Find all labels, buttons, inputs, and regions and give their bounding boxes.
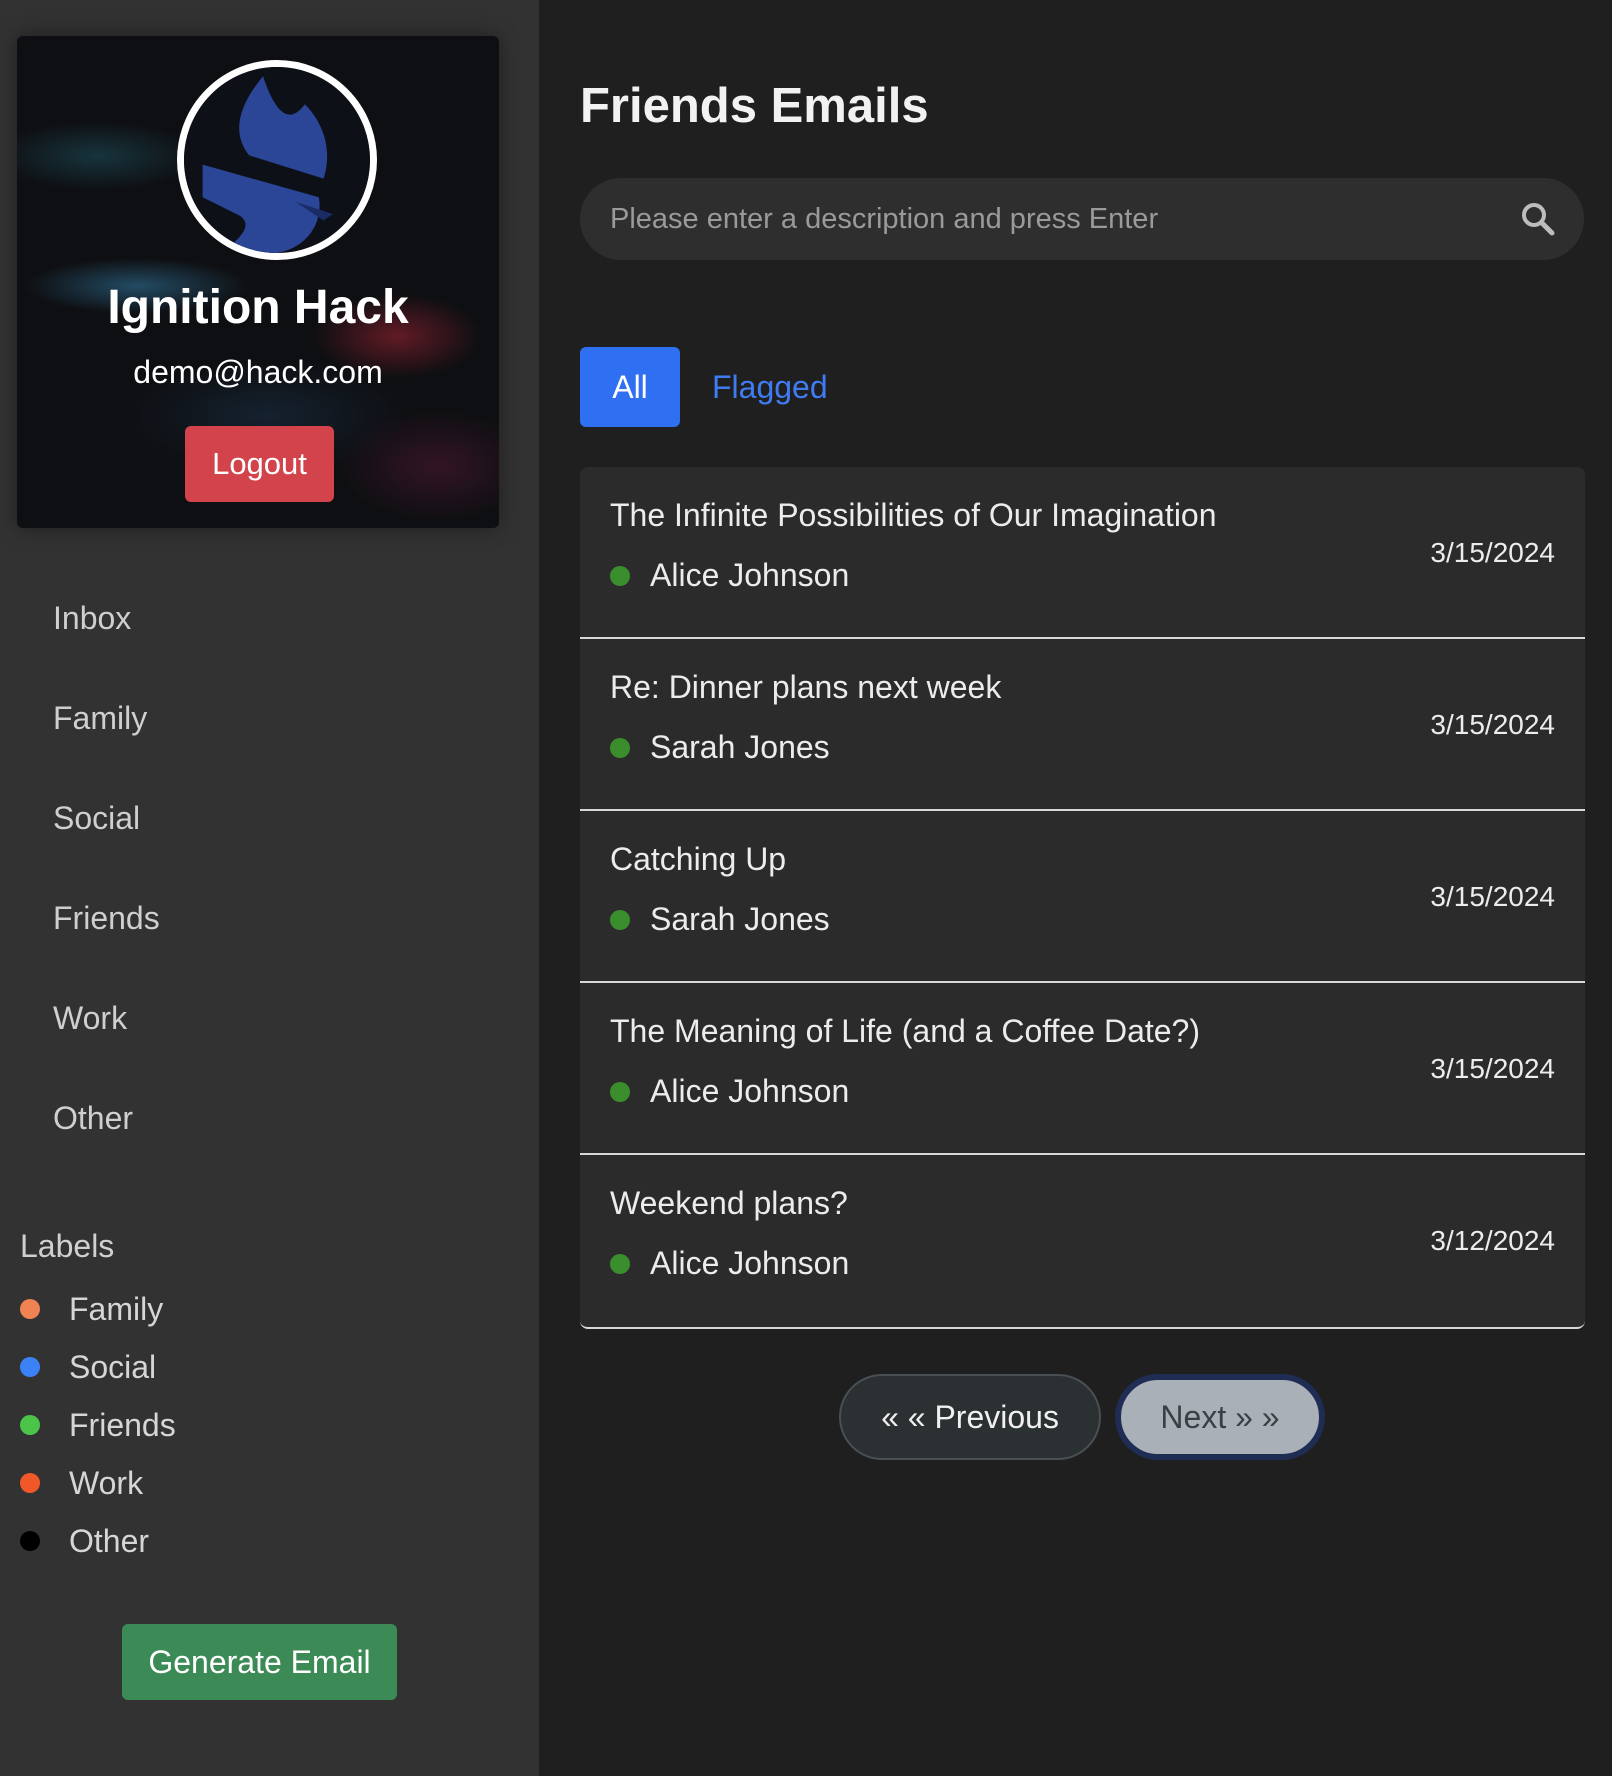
label-dot-icon [20, 1357, 40, 1377]
status-dot-icon [610, 1253, 630, 1274]
email-subject: The Meaning of Life (and a Coffee Date?) [610, 1013, 1200, 1049]
nav-item-family[interactable]: Family [0, 668, 539, 768]
search-input[interactable] [580, 178, 1518, 260]
nav-item-friends[interactable]: Friends [0, 868, 539, 968]
label-item-work[interactable]: Work [20, 1454, 176, 1512]
email-date: 3/15/2024 [1430, 709, 1555, 740]
email-date: 3/15/2024 [1430, 1053, 1555, 1084]
label-item-other[interactable]: Other [20, 1512, 176, 1570]
brand-logo-icon [184, 67, 370, 253]
next-page-button[interactable]: Next » » [1115, 1374, 1325, 1460]
email-subject: Weekend plans? [610, 1185, 848, 1221]
email-sender: Alice Johnson [610, 1245, 849, 1282]
nav-item-inbox[interactable]: Inbox [0, 568, 539, 668]
nav-item-label: Friends [53, 899, 160, 936]
email-row[interactable]: Re: Dinner plans next week Sarah Jones 3… [580, 639, 1585, 811]
nav-item-label: Social [53, 799, 141, 836]
status-dot-icon [610, 1081, 630, 1102]
profile-email: demo@hack.com [133, 354, 383, 390]
label-text: Family [69, 1290, 164, 1327]
sidebar: Ignition Hack demo@hack.com Logout Inbox… [0, 0, 539, 1776]
email-date: 3/15/2024 [1430, 537, 1555, 568]
label-dot-icon [20, 1473, 40, 1493]
email-sender: Alice Johnson [610, 557, 849, 594]
email-row[interactable]: Catching Up Sarah Jones 3/15/2024 [580, 811, 1585, 983]
email-row[interactable]: Weekend plans? Alice Johnson 3/12/2024 [580, 1155, 1585, 1327]
email-subject: The Infinite Possibilities of Our Imagin… [610, 497, 1217, 533]
label-dot-icon [20, 1531, 40, 1551]
labels-list: Family Social Friends Work Other [20, 1280, 176, 1570]
label-text: Friends [69, 1406, 176, 1443]
status-dot-icon [610, 565, 630, 586]
email-subject: Catching Up [610, 841, 787, 877]
label-text: Work [69, 1464, 144, 1501]
search-bar [580, 178, 1584, 260]
email-date: 3/12/2024 [1430, 1225, 1555, 1256]
label-dot-icon [20, 1415, 40, 1435]
previous-page-button[interactable]: « « Previous [839, 1374, 1101, 1460]
label-item-friends[interactable]: Friends [20, 1396, 176, 1454]
email-row[interactable]: The Infinite Possibilities of Our Imagin… [580, 467, 1585, 639]
generate-email-button[interactable]: Generate Email [122, 1624, 397, 1700]
folder-nav: Inbox Family Social Friends Work Other [0, 568, 539, 1168]
email-subject: Re: Dinner plans next week [610, 669, 1002, 705]
page-title: Friends Emails [580, 79, 929, 133]
tab-flagged[interactable]: Flagged [712, 369, 828, 406]
status-dot-icon [610, 909, 630, 930]
sender-name: Alice Johnson [650, 1073, 850, 1109]
label-item-family[interactable]: Family [20, 1280, 176, 1338]
email-list: The Infinite Possibilities of Our Imagin… [580, 467, 1585, 1329]
nav-item-social[interactable]: Social [0, 768, 539, 868]
nav-item-label: Other [53, 1099, 134, 1136]
nav-item-label: Work [53, 999, 128, 1036]
sender-name: Sarah Jones [650, 729, 830, 765]
tab-all[interactable]: All [580, 347, 680, 427]
email-sender: Sarah Jones [610, 901, 830, 938]
nav-item-label: Inbox [53, 599, 132, 636]
pagination: « « Previous Next » » [839, 1374, 1325, 1460]
main-content: Friends Emails All Flagged The Infinite … [539, 0, 1612, 1776]
sender-name: Alice Johnson [650, 1245, 850, 1281]
avatar[interactable] [177, 60, 377, 260]
sender-name: Sarah Jones [650, 901, 830, 937]
app: Ignition Hack demo@hack.com Logout Inbox… [0, 0, 1612, 1776]
label-text: Other [69, 1522, 150, 1559]
label-text: Social [69, 1348, 157, 1385]
label-dot-icon [20, 1299, 40, 1319]
nav-item-label: Family [53, 699, 148, 736]
labels-heading: Labels [20, 1228, 115, 1264]
label-item-social[interactable]: Social [20, 1338, 176, 1396]
email-sender: Sarah Jones [610, 729, 830, 766]
sender-name: Alice Johnson [650, 557, 850, 593]
email-sender: Alice Johnson [610, 1073, 849, 1110]
logout-button[interactable]: Logout [185, 426, 334, 502]
profile-name: Ignition Hack [107, 281, 409, 334]
email-date: 3/15/2024 [1430, 881, 1555, 912]
search-icon[interactable] [1518, 199, 1558, 239]
nav-item-work[interactable]: Work [0, 968, 539, 1068]
nav-item-other[interactable]: Other [0, 1068, 539, 1168]
email-row[interactable]: The Meaning of Life (and a Coffee Date?)… [580, 983, 1585, 1155]
profile-card: Ignition Hack demo@hack.com Logout [17, 36, 499, 528]
status-dot-icon [610, 737, 630, 758]
filter-tabs: All Flagged [580, 347, 828, 427]
